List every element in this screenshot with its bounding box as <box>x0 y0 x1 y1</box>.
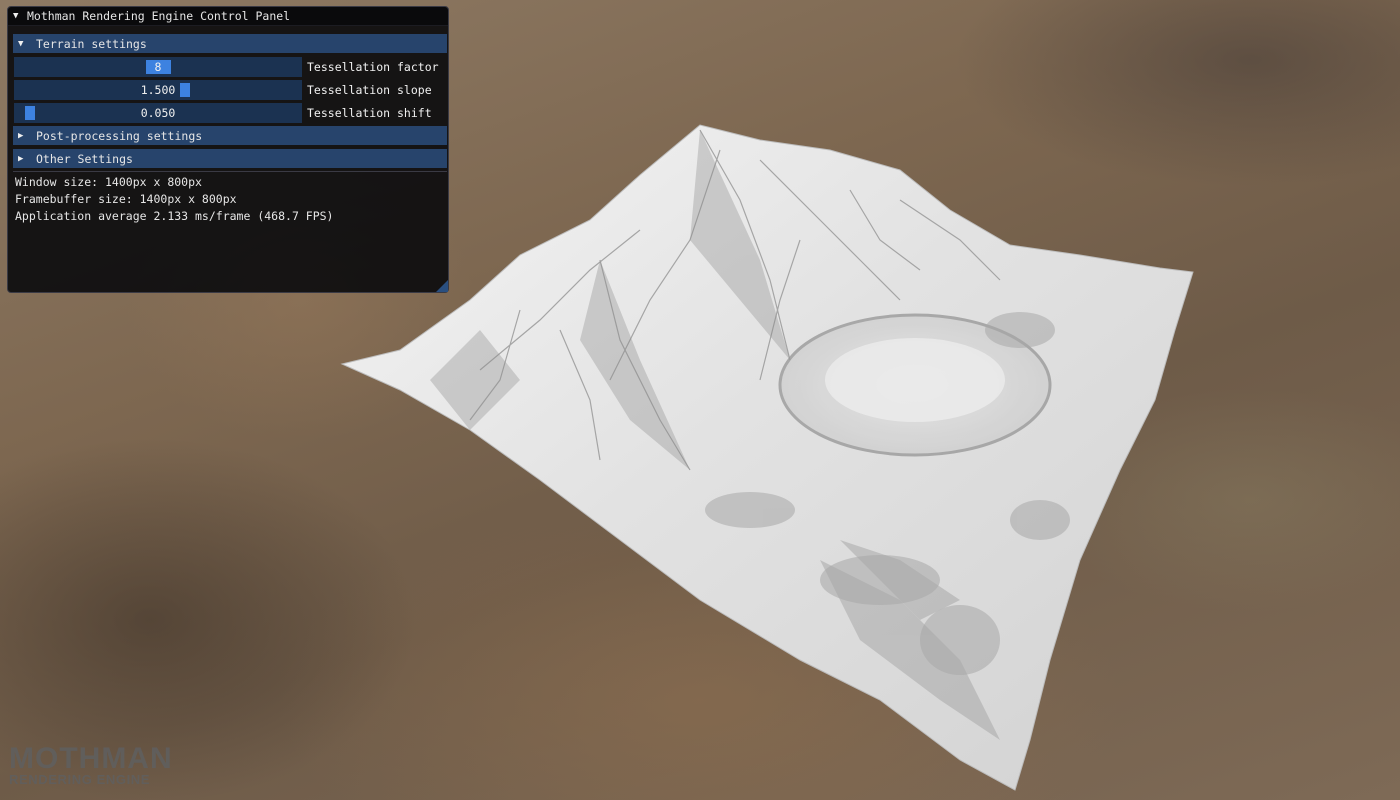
post-processing-settings-header[interactable]: ▶ Post-processing settings <box>13 126 447 145</box>
tessellation-shift-slider[interactable]: 0.050 <box>14 103 302 123</box>
slider-value: 0.050 <box>140 106 176 120</box>
framebuffer-size-text: Framebuffer size: 1400px x 800px <box>15 192 237 206</box>
resize-grip-icon[interactable] <box>436 280 448 292</box>
slider-label: Tessellation slope <box>307 83 432 97</box>
tessellation-slope-row: 1.500 Tessellation slope <box>14 80 446 100</box>
other-settings-label: Other Settings <box>36 151 133 166</box>
slider-value: 8 <box>154 60 162 74</box>
collapsed-triangle-icon: ▶ <box>18 130 24 141</box>
panel-titlebar[interactable]: ▼ Mothman Rendering Engine Control Panel <box>8 7 448 26</box>
expanded-triangle-icon: ▼ <box>18 38 24 49</box>
slider-label: Tessellation shift <box>307 106 432 120</box>
window-size-text: Window size: 1400px x 800px <box>15 175 202 189</box>
tessellation-shift-row: 0.050 Tessellation shift <box>14 103 446 123</box>
control-panel-window[interactable]: ▼ Mothman Rendering Engine Control Panel… <box>7 6 449 293</box>
terrain-surface <box>340 124 1194 791</box>
other-settings-header[interactable]: ▶ Other Settings <box>13 149 447 168</box>
3d-viewport[interactable]: ▼ Mothman Rendering Engine Control Panel… <box>0 0 1400 800</box>
logo-sub-text: RENDERING ENGINE <box>9 772 151 787</box>
slider-label: Tessellation factor <box>307 60 439 74</box>
tessellation-slope-slider[interactable]: 1.500 <box>14 80 302 100</box>
tessellation-factor-slider[interactable]: 8 <box>14 57 302 77</box>
collapsed-triangle-icon: ▶ <box>18 153 24 164</box>
collapse-triangle-icon[interactable]: ▼ <box>13 11 27 21</box>
terrain-settings-header[interactable]: ▼ Terrain settings <box>13 34 447 53</box>
logo-main-text: MOTHMAN <box>9 742 173 775</box>
separator <box>13 171 447 172</box>
terrain-settings-label: Terrain settings <box>36 36 147 51</box>
tessellation-factor-row: 8 Tessellation factor <box>14 57 446 77</box>
panel-title: Mothman Rendering Engine Control Panel <box>27 9 291 23</box>
mothman-logo: MOTHMAN RENDERING ENGINE <box>9 742 173 787</box>
post-processing-settings-label: Post-processing settings <box>36 128 203 143</box>
slider-value: 1.500 <box>140 83 176 97</box>
frame-time-text: Application average 2.133 ms/frame (468.… <box>15 209 334 223</box>
